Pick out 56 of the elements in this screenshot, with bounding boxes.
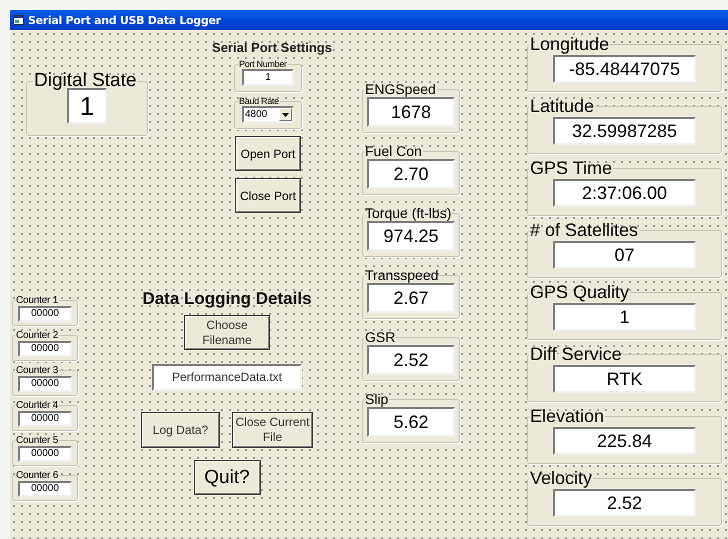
counter-field[interactable]: 00000 bbox=[18, 341, 72, 357]
group-label: Counter 1 bbox=[15, 295, 60, 306]
group-label: Slip bbox=[364, 391, 390, 407]
group-label: GPS Quality bbox=[529, 282, 630, 303]
window-title: Serial Port and USB Data Logger bbox=[28, 14, 221, 26]
counter-field[interactable]: 00000 bbox=[18, 481, 72, 497]
group-label: Baud Rate bbox=[238, 96, 280, 106]
group-label: Latitude bbox=[529, 96, 596, 117]
readout-field[interactable]: 1678 bbox=[367, 97, 455, 127]
readout-field[interactable]: 974.25 bbox=[367, 221, 455, 251]
port-number-field[interactable]: 1 bbox=[242, 69, 294, 86]
readout-field[interactable]: 1 bbox=[553, 303, 696, 331]
group-label: Diff Service bbox=[529, 344, 623, 365]
quit-button[interactable]: Quit? bbox=[194, 460, 260, 495]
readout-field[interactable]: 07 bbox=[553, 241, 696, 269]
readout-field[interactable]: 32.59987285 bbox=[553, 117, 696, 145]
port-button[interactable]: Open Port bbox=[235, 136, 301, 171]
readout-field[interactable]: -85.48447075 bbox=[553, 55, 696, 83]
readout-field[interactable]: 5.62 bbox=[367, 407, 455, 437]
group-label: Counter 6 bbox=[15, 470, 60, 481]
readout-field[interactable]: 2.52 bbox=[553, 489, 696, 517]
counter-field[interactable]: 00000 bbox=[18, 376, 72, 392]
value-field[interactable]: 1 bbox=[67, 88, 107, 124]
group-label: Port Number bbox=[238, 59, 288, 69]
readout-field[interactable]: 2.70 bbox=[367, 159, 455, 189]
group-label: Elevation bbox=[529, 406, 606, 427]
group-label: Velocity bbox=[529, 468, 594, 489]
baud-rate-dropdown[interactable]: 4800 bbox=[242, 106, 294, 123]
group-label: Counter 4 bbox=[15, 400, 60, 411]
readout-field[interactable]: 2.52 bbox=[367, 345, 455, 375]
readout-field[interactable]: 225.84 bbox=[553, 427, 696, 455]
counter-field[interactable]: 00000 bbox=[18, 411, 72, 427]
readout-field[interactable]: 2:37:06.00 bbox=[553, 179, 696, 207]
group-label: GPS Time bbox=[529, 158, 614, 179]
readout-field[interactable]: RTK bbox=[553, 365, 696, 393]
group-label: Torque (ft-lbs) bbox=[364, 205, 452, 221]
group-label: ENGSpeed bbox=[364, 81, 437, 97]
group-label: Counter 5 bbox=[15, 435, 60, 446]
group-label: Transspeed bbox=[364, 267, 440, 283]
group-label: Counter 3 bbox=[15, 365, 60, 376]
close-file-button[interactable]: Close Current File bbox=[232, 412, 313, 448]
group-label: Counter 2 bbox=[15, 330, 60, 341]
counter-field[interactable]: 00000 bbox=[18, 446, 72, 462]
filename-field[interactable]: PerformanceData.txt bbox=[152, 364, 302, 391]
window-icon bbox=[13, 15, 24, 25]
group-label: Fuel Con bbox=[364, 143, 423, 159]
port-button[interactable]: Close Port bbox=[235, 178, 301, 213]
log-data-button[interactable]: Log Data? bbox=[141, 412, 220, 448]
section-heading: Data Logging Details bbox=[142, 289, 312, 309]
counter-field[interactable]: 00000 bbox=[18, 306, 72, 322]
choose-filename-button[interactable]: Choose Filename bbox=[184, 315, 270, 350]
section-heading: Serial Port Settings bbox=[212, 40, 332, 55]
readout-field[interactable]: 2.67 bbox=[367, 283, 455, 313]
group-label: GSR bbox=[364, 329, 396, 345]
group-label: # of Satellites bbox=[529, 220, 640, 241]
group-label: Longitude bbox=[529, 34, 610, 55]
